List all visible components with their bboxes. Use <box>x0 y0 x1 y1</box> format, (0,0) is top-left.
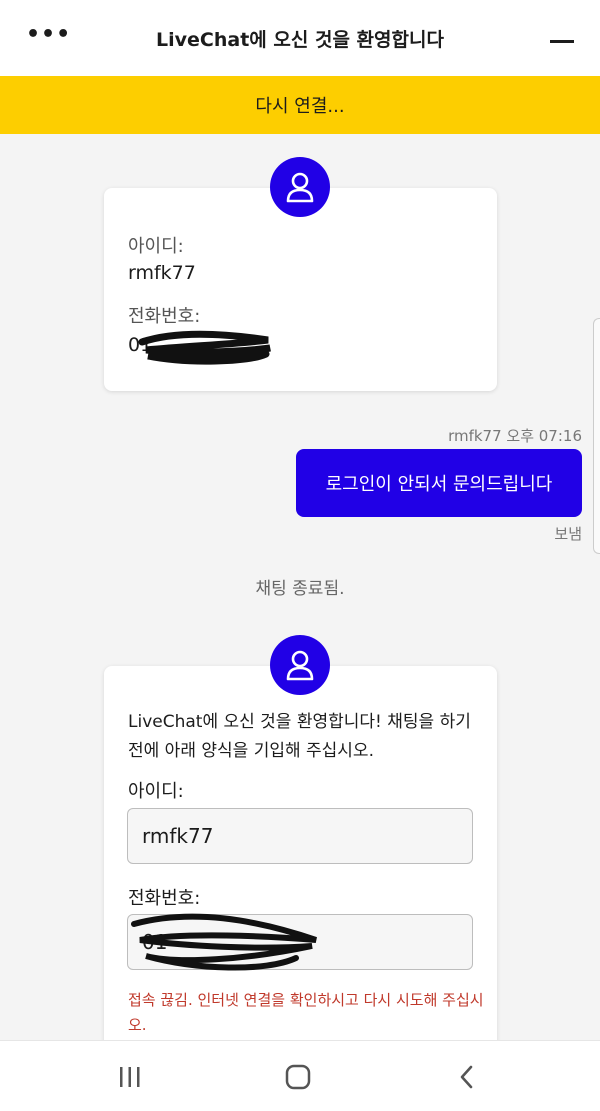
chat-title: LiveChat에 오신 것을 환영합니다 <box>156 28 444 51</box>
phone-label: 전화번호: <box>128 306 201 327</box>
redaction-scribble <box>131 913 317 971</box>
back-icon[interactable] <box>436 1059 496 1095</box>
home-icon[interactable] <box>268 1059 328 1095</box>
connection-error: 접속 끊김. 인터넷 연결을 확인하시고 다시 시도해 주십시오. <box>128 991 484 1034</box>
form-id-label: 아이디: <box>128 781 184 802</box>
more-dots-icon[interactable]: ••• <box>26 24 71 46</box>
recent-apps-icon[interactable] <box>100 1059 160 1095</box>
id-input-value: rmfk77 <box>142 824 214 848</box>
chat-header: ••• LiveChat에 오신 것을 환영합니다 <box>0 0 600 76</box>
user-icon <box>270 635 330 695</box>
minimize-icon[interactable] <box>550 40 574 43</box>
id-value: rmfk77 <box>128 262 196 284</box>
message-text: 로그인이 안되서 문의드립니다 <box>325 474 553 495</box>
scroll-handle[interactable] <box>593 318 600 554</box>
user-info-card: 아이디: rmfk77 전화번호: 01 <box>104 188 497 391</box>
reconnect-banner: 다시 연결... <box>0 76 600 134</box>
system-nav-bar <box>0 1040 600 1111</box>
message-status: 보냄 <box>554 525 582 543</box>
id-label: 아이디: <box>128 236 184 257</box>
reconnect-text: 다시 연결... <box>255 96 345 117</box>
chat-ended-notice: 채팅 종료됨. <box>255 579 345 599</box>
user-icon <box>270 157 330 217</box>
form-intro: LiveChat에 오신 것을 환영합니다! 채팅을 하기 전에 아래 양식을 … <box>128 712 471 761</box>
redaction-scribble <box>138 330 271 365</box>
message-meta: rmfk77 오후 07:16 <box>448 427 582 445</box>
message-bubble[interactable]: 로그인이 안되서 문의드립니다 <box>296 449 582 517</box>
id-input[interactable]: rmfk77 <box>127 808 473 864</box>
